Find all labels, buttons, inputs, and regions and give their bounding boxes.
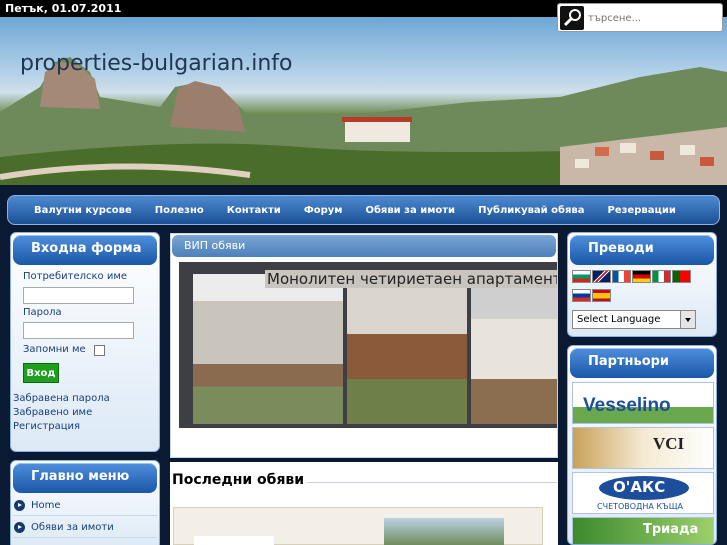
bulgarian-flag-icon[interactable] (572, 270, 591, 283)
menu-item-label: Home (31, 500, 61, 511)
partner-logo-vci[interactable]: VCI (572, 427, 714, 469)
nav-publish-listing[interactable]: Публикувай обява (478, 205, 584, 216)
language-flags (572, 270, 712, 308)
nav-contacts[interactable]: Контакти (227, 205, 281, 216)
nav-useful[interactable]: Полезно (155, 205, 204, 216)
login-panel-title: Входна форма (13, 235, 157, 265)
username-field[interactable] (23, 287, 134, 304)
register-link[interactable]: Регистрация (13, 421, 80, 432)
language-select[interactable]: Select Language (572, 310, 696, 329)
password-label: Парола (23, 307, 62, 318)
partner-name: Vesselino (583, 395, 671, 416)
search-box[interactable] (557, 3, 723, 32)
spanish-flag-icon[interactable] (592, 289, 611, 302)
vip-listing-caption: Монолитен четириетаен апартамент в (265, 270, 557, 288)
partner-logo-triada[interactable]: Триада (572, 517, 714, 544)
current-date: Петък, 01.07.2011 (5, 2, 122, 15)
vip-title: ВИП обяви (172, 235, 556, 257)
forgot-username-link[interactable]: Забравено име (13, 407, 92, 418)
french-flag-icon[interactable] (612, 270, 631, 283)
site-title: properties-bulgarian.info (20, 51, 293, 76)
latest-listing-card[interactable] (173, 507, 543, 545)
remember-label: Запомни ме (23, 344, 86, 355)
chevron-down-icon[interactable] (680, 311, 695, 328)
forgot-password-link[interactable]: Забравена парола (13, 393, 110, 404)
login-panel: Входна форма Потребителско име Парола За… (10, 232, 160, 452)
listing-thumb-1 (194, 536, 274, 545)
landscape-photo (0, 57, 727, 185)
partners-panel: Партньори Vesselino VCI О'АКС СЧЕТОВОДНА… (567, 345, 717, 545)
title-divider (307, 482, 557, 483)
translate-title: Преводи (570, 235, 714, 265)
nav-reservations[interactable]: Резервации (608, 205, 676, 216)
partner-name: Триада (643, 522, 699, 537)
italian-flag-icon[interactable] (652, 270, 671, 283)
language-select-value: Select Language (577, 314, 661, 325)
translate-panel: Преводи Select Language (567, 232, 717, 337)
partner-logo-oaks[interactable]: О'АКС СЧЕТОВОДНА КЪЩА (572, 472, 714, 514)
header-banner: properties-bulgarian.info (0, 17, 727, 185)
nav-forum[interactable]: Форум (304, 205, 343, 216)
partner-sublabel: СЧЕТОВОДНА КЪЩА (597, 502, 683, 511)
vip-listing-slideshow[interactable]: Монолитен четириетаен апартамент в (179, 262, 557, 428)
house-photo-1 (193, 274, 343, 424)
arrow-bullet-icon (14, 522, 25, 533)
username-label: Потребителско име (23, 271, 128, 282)
partners-title: Партньори (570, 348, 714, 378)
menu-item-home[interactable]: Home (13, 496, 157, 516)
login-button[interactable]: Вход (23, 363, 59, 383)
german-flag-icon[interactable] (632, 270, 651, 283)
partner-logo-vesselino[interactable]: Vesselino (572, 382, 714, 424)
house-photo-3 (471, 274, 557, 424)
partner-name: О'АКС (613, 478, 666, 496)
main-menu-panel: Главно меню Home Обяви за имоти (10, 460, 160, 545)
listing-thumb-2 (384, 518, 504, 545)
english-flag-icon[interactable] (592, 270, 611, 283)
menu-item-property-listings[interactable]: Обяви за имоти (13, 518, 157, 538)
partner-name: VCI (653, 434, 685, 453)
search-icon[interactable] (560, 6, 584, 30)
search-input[interactable] (588, 8, 718, 28)
nav-currency-rates[interactable]: Валутни курсове (34, 205, 132, 216)
latest-listings-section: Последни обяви (170, 462, 558, 545)
main-menu-title: Главно меню (13, 463, 157, 493)
main-navigation: Валутни курсове Полезно Контакти Форум О… (7, 195, 720, 225)
arrow-bullet-icon (14, 500, 25, 511)
latest-listings-title: Последни обяви (172, 472, 305, 488)
password-field[interactable] (23, 322, 134, 339)
menu-item-label: Обяви за имоти (31, 522, 114, 533)
house-photo-2 (347, 274, 467, 424)
vip-listings-panel: ВИП обяви Монолитен четириетаен апартаме… (170, 233, 558, 458)
remember-checkbox[interactable] (94, 345, 105, 356)
portuguese-flag-icon[interactable] (672, 270, 691, 283)
nav-property-listings[interactable]: Обяви за имоти (365, 205, 455, 216)
russian-flag-icon[interactable] (572, 289, 591, 302)
